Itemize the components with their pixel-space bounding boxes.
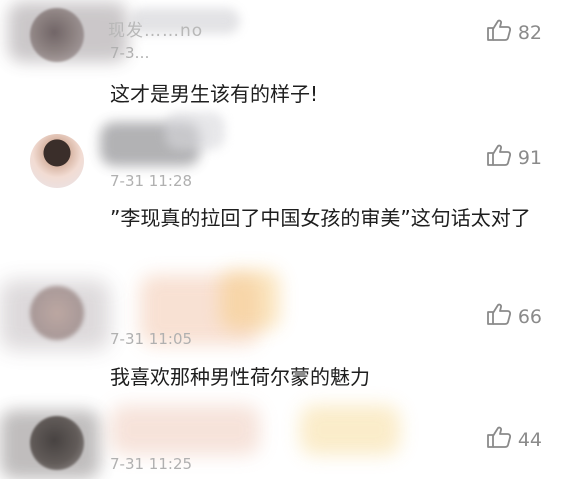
username-smudge [0, 280, 110, 350]
like-count: 82 [517, 21, 542, 44]
username-smudge [165, 112, 225, 150]
username-smudge [300, 405, 400, 455]
like-button[interactable]: 82 [486, 18, 542, 47]
comment-username[interactable]: 现发……no [108, 16, 203, 41]
comment-time: 7-31 11:25 [110, 455, 193, 473]
comment-time: 7-31 11:28 [110, 172, 193, 190]
username-smudge [0, 410, 100, 479]
thumbs-up-icon [486, 143, 512, 172]
username-smudge [110, 405, 260, 455]
thumbs-up-icon [486, 302, 512, 331]
like-button[interactable]: 66 [486, 302, 542, 331]
like-count: 91 [517, 146, 542, 169]
comment-text: ”李现真的拉回了中国女孩的审美”这句话太对了 [110, 206, 531, 230]
username-smudge [220, 270, 280, 330]
like-button[interactable]: 91 [486, 143, 542, 172]
like-count: 66 [517, 305, 542, 328]
avatar[interactable] [30, 134, 84, 188]
comment-time: 7-3… [110, 44, 150, 62]
like-count: 44 [517, 428, 542, 451]
thumbs-up-icon [486, 18, 512, 47]
comment-text: 我喜欢那种男性荷尔蒙的魅力 [110, 365, 370, 389]
comment-time: 7-31 11:05 [110, 330, 193, 348]
thumbs-up-icon [486, 425, 512, 454]
comment-text: 这才是男生该有的样子! [110, 82, 319, 106]
like-button[interactable]: 44 [486, 425, 542, 454]
